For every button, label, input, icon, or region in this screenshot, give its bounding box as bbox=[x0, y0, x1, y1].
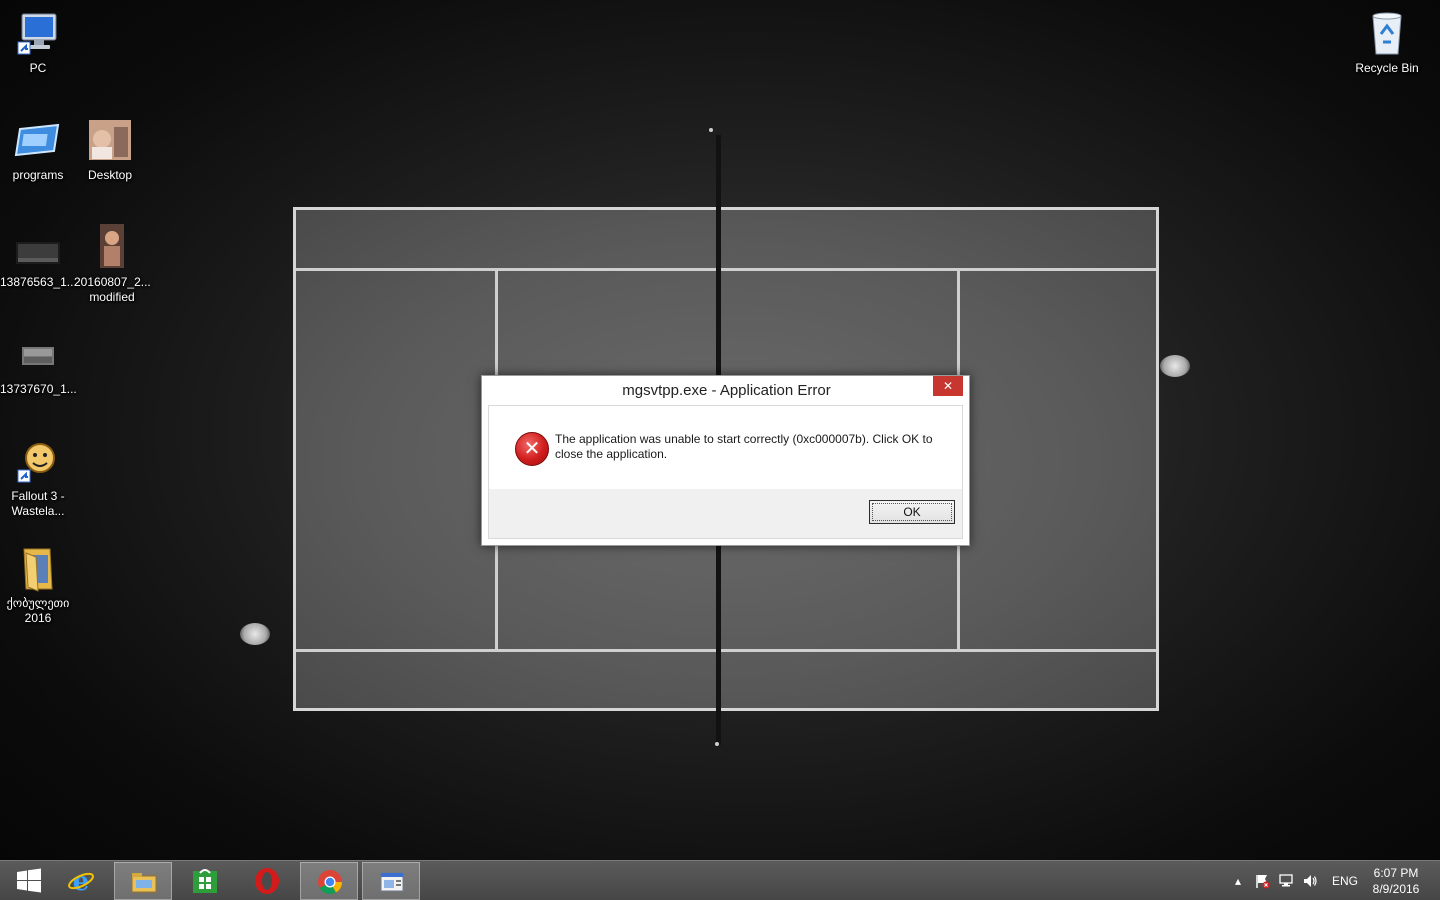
computer-icon bbox=[14, 10, 62, 58]
taskbar: e ▴ ENG 6:07 PM 8/9/2016 bbox=[0, 860, 1440, 900]
net-post bbox=[715, 742, 719, 746]
image-thumbnail-icon bbox=[14, 331, 62, 379]
network-icon[interactable] bbox=[1278, 873, 1294, 889]
desktop-icon-image-1[interactable]: 13876563_1... bbox=[0, 224, 77, 290]
folder-icon bbox=[14, 545, 62, 593]
svg-text:e: e bbox=[73, 867, 90, 895]
desktop-icon-label: 13876563_1... bbox=[0, 275, 77, 289]
windows-logo-icon bbox=[15, 867, 43, 895]
error-message: The application was unable to start corr… bbox=[555, 432, 933, 461]
opera-icon bbox=[253, 867, 281, 895]
taskbar-application-window[interactable] bbox=[362, 862, 420, 900]
taskbar-store[interactable] bbox=[176, 862, 234, 900]
desktop-icon-label: PC bbox=[29, 61, 47, 75]
desktop-icon-label: ქობულეთი 2016 bbox=[6, 596, 70, 625]
desktop-icon-photo-modified[interactable]: 20160807_2... modified bbox=[74, 224, 151, 305]
tennis-player bbox=[1160, 355, 1190, 377]
court-line bbox=[296, 268, 1156, 271]
taskbar-internet-explorer[interactable]: e bbox=[52, 862, 110, 900]
desktop-icon-label: 20160807_2... modified bbox=[74, 275, 151, 304]
desktop-icon-label: programs bbox=[12, 168, 64, 182]
tennis-player bbox=[240, 623, 270, 645]
start-button[interactable] bbox=[0, 862, 58, 900]
programs-icon bbox=[14, 117, 62, 165]
close-button[interactable]: ✕ bbox=[933, 376, 963, 396]
desktop-icon-image-2[interactable]: 13737670_1... bbox=[0, 331, 77, 397]
clock-time: 6:07 PM bbox=[1373, 866, 1419, 880]
app-window-icon bbox=[378, 868, 406, 896]
dialog-footer: OK bbox=[489, 489, 962, 538]
file-explorer-icon bbox=[130, 868, 158, 896]
photo-thumbnail-icon bbox=[88, 224, 136, 272]
court-line bbox=[296, 649, 1156, 652]
dialog-body: ✕ The application was unable to start co… bbox=[488, 405, 963, 539]
show-hidden-icons-icon[interactable]: ▴ bbox=[1230, 873, 1246, 889]
net-post bbox=[709, 128, 713, 132]
clock[interactable]: 6:07 PM 8/9/2016 bbox=[1366, 865, 1426, 897]
desktop-icon-programs[interactable]: programs bbox=[0, 117, 76, 183]
desktop-icon-label: 13737670_1... bbox=[0, 382, 77, 396]
desktop-icon-label: Fallout 3 - Wastela... bbox=[11, 489, 65, 518]
desktop-icon-recycle-bin[interactable]: Recycle Bin bbox=[1349, 10, 1425, 76]
image-thumbnail-icon bbox=[14, 224, 62, 272]
error-icon: ✕ bbox=[515, 432, 549, 466]
volume-icon[interactable] bbox=[1302, 873, 1318, 889]
taskbar-opera[interactable] bbox=[238, 862, 296, 900]
desktop-icon-desktop[interactable]: Desktop bbox=[72, 117, 148, 183]
chrome-icon bbox=[316, 868, 344, 896]
input-language-indicator[interactable]: ENG bbox=[1332, 874, 1358, 888]
recycle-bin-icon bbox=[1363, 10, 1411, 58]
action-center-flag-icon[interactable] bbox=[1254, 873, 1270, 889]
close-icon: ✕ bbox=[942, 379, 954, 393]
application-error-dialog: mgsvtpp.exe - Application Error ✕ ✕ The … bbox=[481, 375, 970, 546]
dialog-title: mgsvtpp.exe - Application Error bbox=[622, 382, 831, 399]
desktop-icon-label: Desktop bbox=[87, 168, 133, 182]
desktop-icon-pc[interactable]: PC bbox=[0, 10, 76, 76]
internet-explorer-icon: e bbox=[67, 867, 95, 897]
photo-thumbnail-icon bbox=[86, 117, 134, 165]
clock-date: 8/9/2016 bbox=[1372, 882, 1420, 896]
taskbar-chrome[interactable] bbox=[300, 862, 358, 900]
store-icon bbox=[191, 867, 219, 895]
fallout-icon bbox=[14, 438, 62, 486]
desktop-icon-label: Recycle Bin bbox=[1355, 61, 1419, 75]
desktop-icon-folder-2016[interactable]: ქობულეთი 2016 bbox=[0, 545, 76, 626]
ok-button[interactable]: OK bbox=[869, 500, 955, 524]
desktop-icon-fallout-3[interactable]: Fallout 3 - Wastela... bbox=[0, 438, 76, 519]
taskbar-file-explorer[interactable] bbox=[114, 862, 172, 900]
